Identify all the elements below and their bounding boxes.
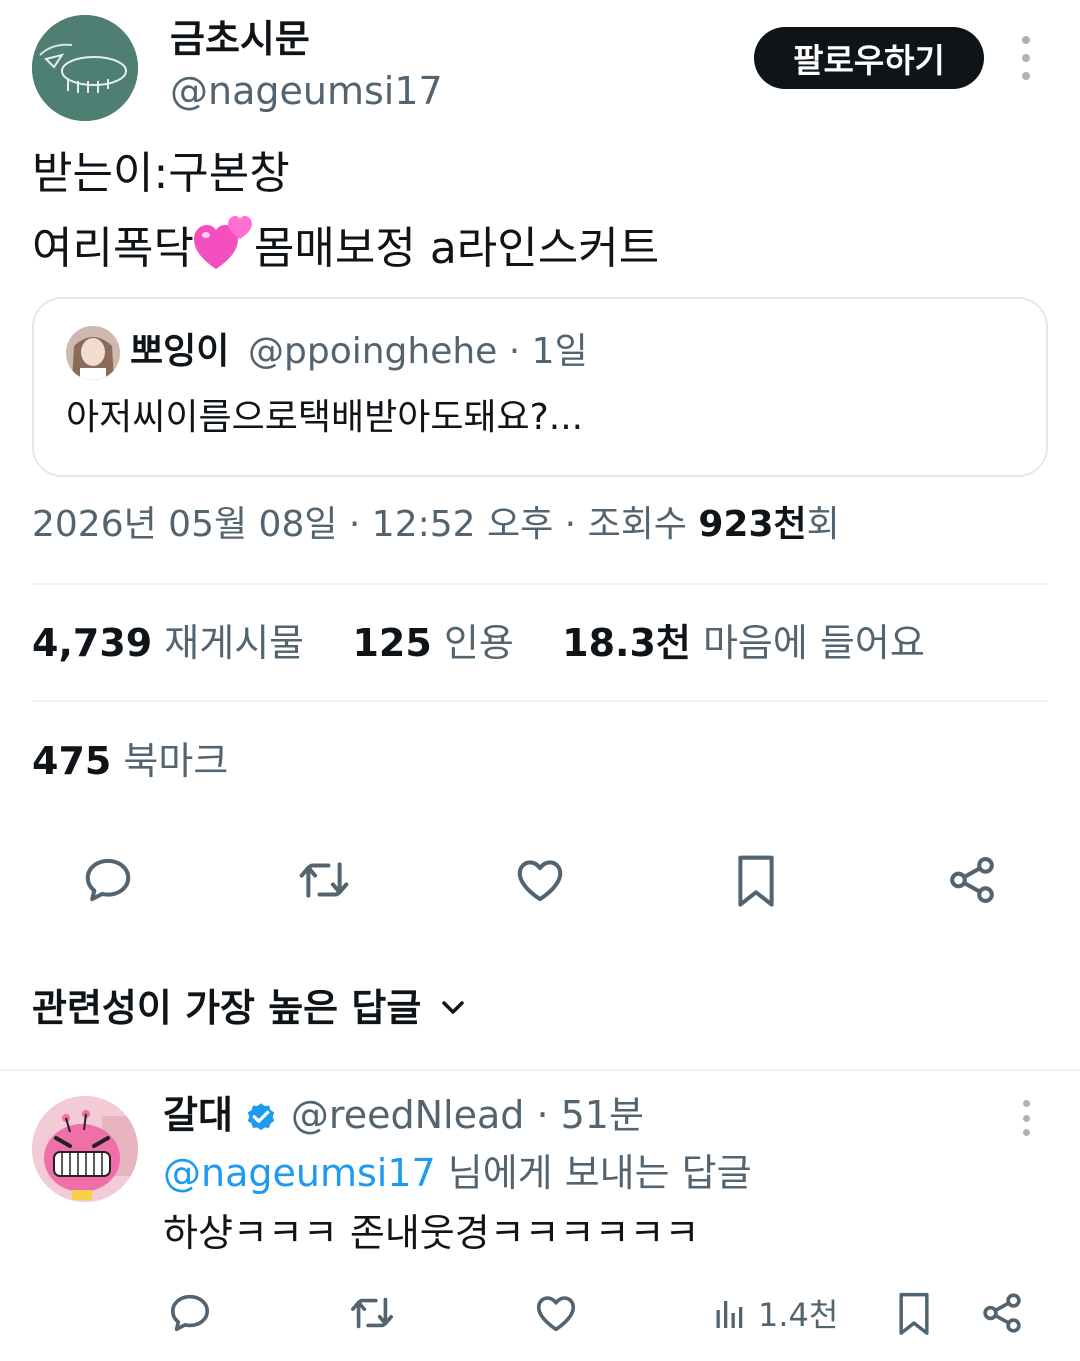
likes-count: 18.3천 xyxy=(562,621,691,665)
reply-reply-icon[interactable] xyxy=(160,1283,220,1343)
bookmark-icon[interactable] xyxy=(726,850,786,910)
author-handle[interactable]: @nageumsi17 xyxy=(170,66,443,116)
follow-button[interactable]: 팔로우하기 xyxy=(754,27,984,89)
reply-icon[interactable] xyxy=(78,850,138,910)
replying-to-suffix: 님에게 보내는 답글 xyxy=(435,1151,752,1195)
reply-views[interactable]: 1.4천 xyxy=(712,1288,838,1338)
view-count[interactable]: 923천 xyxy=(698,504,806,545)
author-display-name[interactable]: 금초시문 xyxy=(170,14,310,64)
reply-text: 하샹ㅋㅋㅋ 존내웃경ㅋㅋㅋㅋㅋㅋ xyxy=(163,1211,700,1255)
reply-mention-link[interactable]: @nageumsi17 xyxy=(163,1151,436,1195)
share-icon[interactable] xyxy=(942,850,1002,910)
reply-author-meta[interactable]: @reedNlead · 51분 xyxy=(291,1088,644,1142)
replying-to: @nageumsi17 님에게 보내는 답글 xyxy=(163,1146,752,1200)
reply-more-options-icon[interactable] xyxy=(1012,1100,1040,1136)
quoted-author-name: 뽀잉이 xyxy=(130,331,230,372)
timestamp-date: 2026년 05월 08일 · 12:52 오후 · 조회수 xyxy=(32,504,699,545)
reply-views-count: 1.4천 xyxy=(758,1296,839,1334)
tweet-text-line2: 여리폭닥 몸매보정 a라인스커트 xyxy=(32,215,659,279)
reply-like-icon[interactable] xyxy=(526,1283,586,1343)
views-icon xyxy=(716,1301,743,1328)
quotes-count: 125 xyxy=(352,621,432,665)
reply-author-avatar[interactable] xyxy=(32,1096,138,1202)
engagement-stats: 4,739 재게시물 125 인용 18.3천 마음에 들어요 xyxy=(32,617,925,669)
bookmarks-stat[interactable]: 475 북마크 xyxy=(32,735,228,787)
divider xyxy=(32,583,1048,585)
view-count-suffix: 회 xyxy=(806,504,840,545)
tweet-text-part1: 여리폭닥 xyxy=(32,223,194,274)
reposts-stat[interactable]: 4,739 재게시물 xyxy=(32,621,304,665)
more-options-icon[interactable] xyxy=(1012,36,1040,80)
quoted-tweet-text: 아저씨이름으로택배받아도돼요?... xyxy=(66,397,584,438)
two-hearts-emoji xyxy=(193,215,254,271)
quoted-author-avatar xyxy=(66,326,120,380)
reply-repost-icon[interactable] xyxy=(342,1283,402,1343)
reply-bookmark-icon[interactable] xyxy=(884,1283,944,1343)
reply-share-icon[interactable] xyxy=(972,1283,1032,1343)
tweet-text-part2: 몸매보정 a라인스커트 xyxy=(253,223,660,274)
verified-badge-icon xyxy=(243,1097,279,1133)
reposts-label: 재게시물 xyxy=(164,621,305,665)
likes-stat[interactable]: 18.3천 마음에 들어요 xyxy=(562,621,925,665)
repost-icon[interactable] xyxy=(294,850,354,910)
tweet-timestamp: 2026년 05월 08일 · 12:52 오후 · 조회수 923천회 xyxy=(32,500,840,550)
divider xyxy=(32,700,1048,702)
bookmarks-label: 북마크 xyxy=(123,739,229,783)
reposts-count: 4,739 xyxy=(32,621,153,665)
quotes-label: 인용 xyxy=(443,621,514,665)
quoted-author-meta: @ppoinghehe · 1일 xyxy=(248,331,588,372)
author-avatar[interactable] xyxy=(32,15,138,121)
reply-author-name[interactable]: 갈대 xyxy=(163,1088,233,1142)
chevron-down-icon xyxy=(442,1001,465,1014)
reply-sort-dropdown[interactable]: 관련성이 가장 높은 답글 xyxy=(32,982,467,1034)
divider xyxy=(0,1069,1080,1071)
bookmarks-count: 475 xyxy=(32,739,112,783)
reply-header: 갈대 @reedNlead · 51분 xyxy=(163,1088,644,1142)
likes-label: 마음에 들어요 xyxy=(702,621,925,665)
like-icon[interactable] xyxy=(510,850,570,910)
quotes-stat[interactable]: 125 인용 xyxy=(352,621,513,665)
tweet-text-line1: 받는이:구본창 xyxy=(32,148,290,199)
reply-sort-label: 관련성이 가장 높은 답글 xyxy=(32,986,422,1030)
quoted-tweet-card[interactable]: 뽀잉이 @ppoinghehe · 1일 아저씨이름으로택배받아도돼요?... xyxy=(32,297,1048,477)
